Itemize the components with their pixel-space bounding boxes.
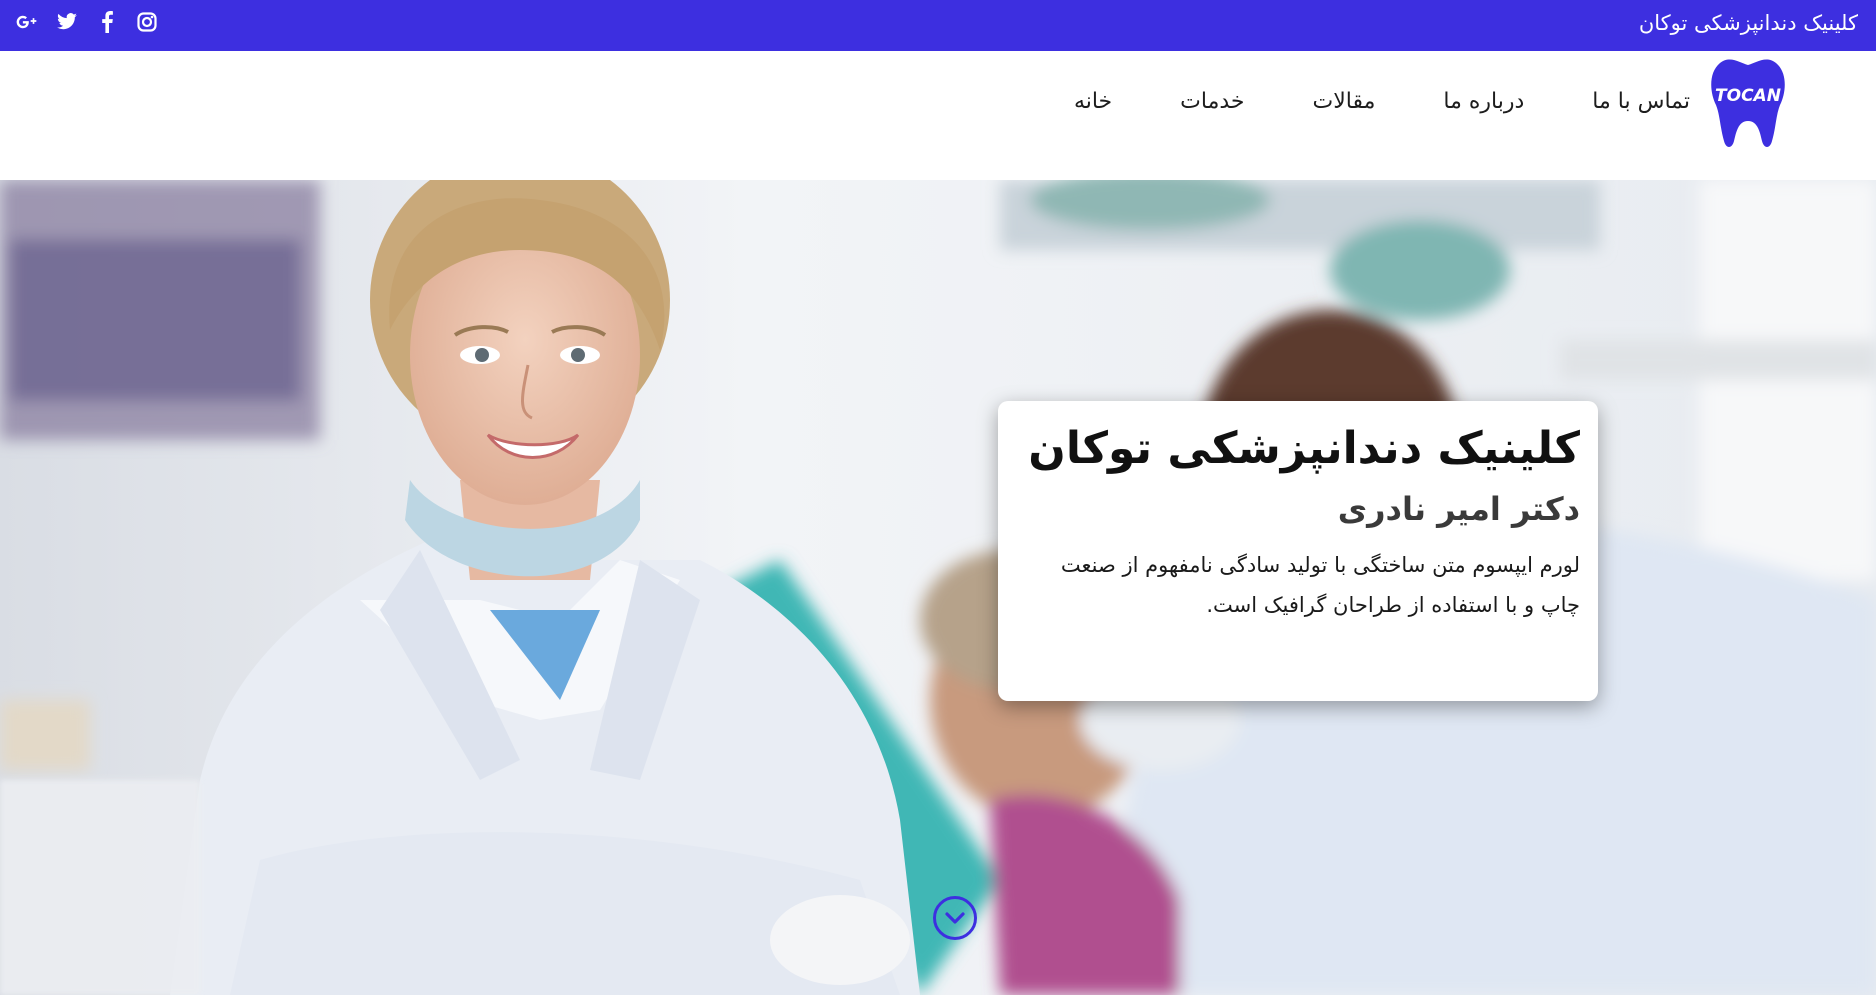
nav-articles[interactable]: مقالات	[1313, 89, 1376, 114]
top-bar: کلینیک دندانپزشکی توکان	[0, 0, 1876, 51]
logo-text: TOCAN	[1715, 86, 1781, 106]
header: TOCAN خانه خدمات مقالات درباره ما تماس ب…	[0, 51, 1876, 180]
hero-title: کلینیک دندانپزشکی توکان	[1028, 423, 1580, 474]
chevron-down-icon	[945, 912, 965, 924]
instagram-icon[interactable]	[136, 11, 158, 33]
scroll-down-button[interactable]	[933, 896, 977, 940]
nav-home[interactable]: خانه	[1074, 89, 1112, 114]
hero-section: کلینیک دندانپزشکی توکان دکتر امیر نادری …	[0, 180, 1876, 995]
nav-about[interactable]: درباره ما	[1443, 89, 1524, 114]
social-links	[16, 11, 158, 33]
facebook-icon[interactable]	[96, 11, 118, 33]
nav-services[interactable]: خدمات	[1180, 89, 1244, 114]
twitter-icon[interactable]	[56, 11, 78, 33]
nav-contact[interactable]: تماس با ما	[1592, 89, 1690, 114]
hero-description: لورم ایپسوم متن ساختگی با تولید سادگی نا…	[1060, 553, 1580, 617]
hero-subtitle: دکتر امیر نادری	[1337, 490, 1580, 528]
site-name: کلینیک دندانپزشکی توکان	[1638, 11, 1858, 35]
google-plus-icon[interactable]	[16, 11, 38, 33]
hero-card: کلینیک دندانپزشکی توکان دکتر امیر نادری …	[998, 401, 1598, 701]
logo[interactable]: TOCAN	[1708, 57, 1788, 151]
main-nav: خانه خدمات مقالات درباره ما تماس با ما	[1074, 89, 1690, 114]
